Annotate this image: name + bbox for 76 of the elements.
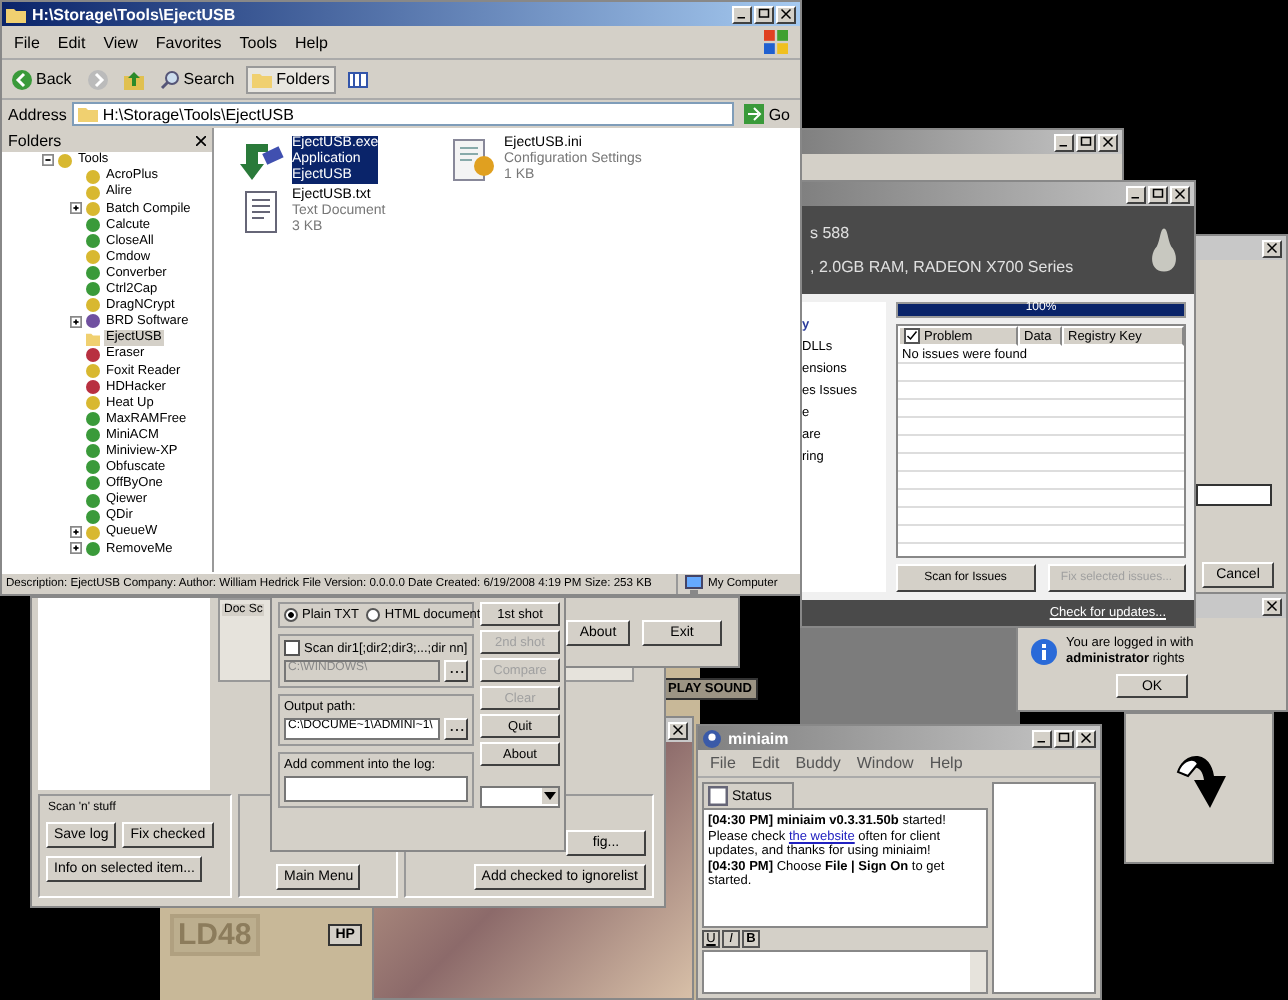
expander-icon[interactable] xyxy=(42,154,54,167)
close-icon xyxy=(1174,188,1186,200)
maximize-icon xyxy=(1152,188,1164,200)
minimize-button[interactable] xyxy=(1032,729,1052,747)
close-icon[interactable] xyxy=(196,135,206,145)
back-arrow-icon xyxy=(12,69,32,89)
browse-button[interactable] xyxy=(444,660,468,682)
menu-item[interactable]: View xyxy=(103,33,138,51)
maximize-icon xyxy=(1080,136,1092,148)
menu-item[interactable]: Help xyxy=(294,33,328,51)
pane-title: Folders xyxy=(8,131,62,149)
close-button[interactable] xyxy=(776,5,796,23)
minimize-button[interactable] xyxy=(1054,133,1074,151)
scrollbar[interactable] xyxy=(970,952,986,992)
address-field[interactable]: H:\Storage\Tools\EjectUSB xyxy=(72,102,735,126)
folder-icon xyxy=(252,69,273,89)
expander-icon[interactable] xyxy=(70,202,82,215)
close-button[interactable] xyxy=(1262,597,1282,615)
go-arrow-icon xyxy=(744,104,765,124)
up-folder-icon xyxy=(123,69,144,89)
expander-icon[interactable] xyxy=(70,315,82,328)
comment-field[interactable] xyxy=(284,776,468,802)
maximize-button[interactable] xyxy=(1148,185,1168,203)
menu-item[interactable]: File xyxy=(710,754,736,772)
expander-icon[interactable] xyxy=(70,526,82,539)
address-label: Address xyxy=(8,105,67,123)
close-button[interactable] xyxy=(1262,239,1282,257)
info-icon xyxy=(1030,638,1058,666)
input-field[interactable] xyxy=(1196,484,1272,506)
close-button[interactable] xyxy=(668,721,688,739)
dropdown[interactable] xyxy=(480,786,560,808)
close-button[interactable] xyxy=(1170,185,1190,203)
menu-item[interactable]: Help xyxy=(929,754,963,772)
close-icon xyxy=(672,724,684,736)
window-title: miniaim xyxy=(728,729,789,747)
folders-button[interactable]: Folders xyxy=(246,65,336,93)
folder-icon xyxy=(78,104,99,124)
minimize-button[interactable] xyxy=(732,5,752,23)
checkbox[interactable] xyxy=(904,328,920,344)
maximize-icon xyxy=(758,8,770,20)
windows-logo-icon xyxy=(764,30,788,54)
maximize-button[interactable] xyxy=(1076,133,1096,151)
views-icon xyxy=(347,69,368,89)
search-icon xyxy=(159,69,180,89)
app-icon xyxy=(702,729,722,747)
menu-item[interactable]: File xyxy=(14,33,40,51)
caret-icon xyxy=(542,788,558,804)
close-icon xyxy=(1102,136,1114,148)
system-info: s 588 xyxy=(810,224,852,242)
go-button[interactable]: Go xyxy=(740,104,794,124)
window-title: H:\Storage\Tools\EjectUSB xyxy=(32,5,236,23)
close-icon xyxy=(1266,242,1278,254)
expander-icon[interactable] xyxy=(70,542,82,555)
menu-item[interactable]: Tools xyxy=(239,33,277,51)
close-icon xyxy=(780,8,792,20)
menu-item[interactable]: Edit xyxy=(751,754,780,772)
maximize-button[interactable] xyxy=(1054,729,1074,747)
close-button[interactable] xyxy=(1098,133,1118,151)
close-button[interactable] xyxy=(1076,729,1096,747)
back-button[interactable]: Back xyxy=(8,65,76,93)
browse-button[interactable] xyxy=(444,718,468,740)
close-icon xyxy=(1080,732,1092,744)
folder-icon xyxy=(6,5,26,23)
close-icon xyxy=(1266,600,1278,612)
message-input[interactable] xyxy=(702,950,988,994)
minimize-button[interactable] xyxy=(1126,185,1146,203)
system-info: , 2.0GB RAM, RADEON X700 Series xyxy=(810,258,1074,276)
settings-file-icon[interactable] xyxy=(450,136,498,184)
menu-item[interactable]: Favorites xyxy=(155,33,222,51)
maximize-button[interactable] xyxy=(754,5,774,23)
menu-item[interactable]: Buddy xyxy=(795,754,841,772)
pear-icon xyxy=(1146,224,1182,276)
menu-item[interactable]: Window xyxy=(856,754,914,772)
search-button[interactable]: Search xyxy=(155,65,239,93)
maximize-icon xyxy=(1058,732,1070,744)
menu-item[interactable]: Edit xyxy=(57,33,86,51)
